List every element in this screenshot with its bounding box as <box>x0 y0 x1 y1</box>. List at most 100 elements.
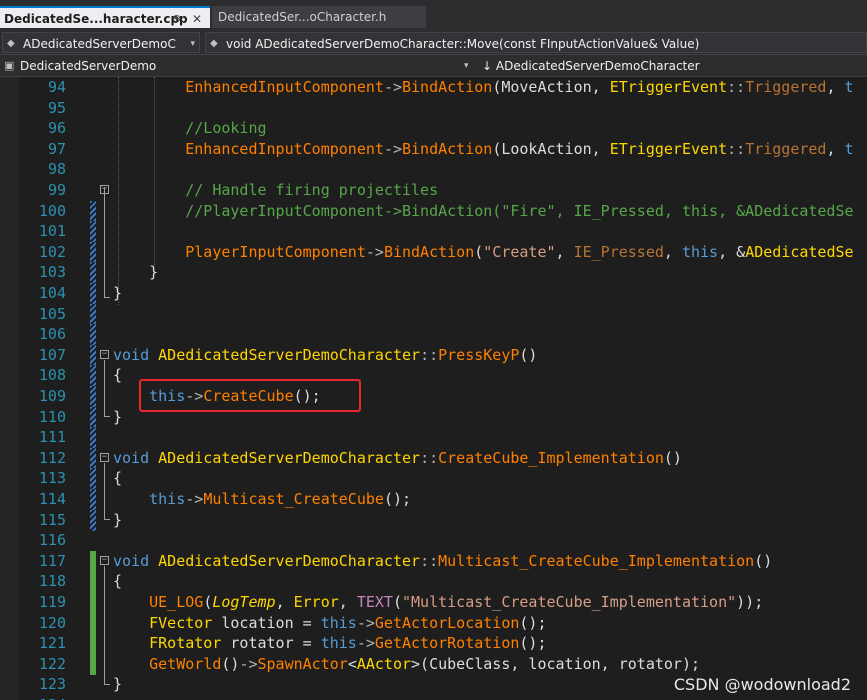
line-number: 119 <box>38 593 66 611</box>
code-text: } <box>113 510 122 530</box>
collapse-icon[interactable]: − <box>100 185 109 194</box>
code-line[interactable]: 96 //Looking <box>0 118 867 138</box>
line-number: 122 <box>38 654 66 673</box>
code-line[interactable]: 117 − void ADedicatedServerDemoCharacter::… <box>0 550 867 572</box>
project-dropdown[interactable]: DedicatedServerDemo <box>20 55 156 77</box>
code-text: PlayerInputComponent->BindAction("Create… <box>113 242 853 262</box>
code-token: Multicast_CreateCube_Implementation <box>438 551 755 570</box>
code-line[interactable]: 94 EnhancedInputComponent->BindAction(Mo… <box>0 77 867 97</box>
code-line[interactable]: 110} <box>0 406 867 428</box>
code-editor[interactable]: 94 EnhancedInputComponent->BindAction(Mo… <box>0 77 867 700</box>
code-token: ETriggerEvent <box>609 139 728 158</box>
line-number: 110 <box>38 407 66 426</box>
code-line[interactable]: 100 //PlayerInputComponent->BindAction("… <box>0 200 867 222</box>
code-token: UE_LOG <box>149 593 204 611</box>
unsaved-change-marker <box>90 386 96 407</box>
code-token: // Handle firing projectiles <box>185 181 439 199</box>
code-line[interactable]: 97 EnhancedInputComponent->BindAction(Lo… <box>0 139 867 159</box>
line-number: 112 <box>38 448 66 467</box>
code-line[interactable]: 103 } <box>0 262 867 284</box>
code-line[interactable]: 114 this->Multicast_CreateCube(); <box>0 489 867 510</box>
tab-character-h[interactable]: DedicatedSer...oCharacter.h <box>212 6 426 28</box>
line-number: 123 <box>38 675 66 694</box>
code-line[interactable]: 108 { <box>0 365 867 387</box>
unsaved-change-marker <box>90 221 96 243</box>
code-token: { <box>113 469 123 488</box>
code-token: { <box>113 366 123 385</box>
code-line[interactable]: 112 − void ADedicatedServerDemoCharacter::… <box>0 447 867 469</box>
code-token: -> <box>356 613 375 632</box>
scope-dropdown[interactable]: ◆ ADedicatedServerDemoC ▾ <box>2 32 200 53</box>
code-text: EnhancedInputComponent->BindAction(LookA… <box>113 139 853 159</box>
collapse-icon[interactable]: − <box>100 452 109 462</box>
code-line[interactable]: 109 this->CreateCube(); <box>0 386 867 407</box>
code-line[interactable]: 120 FVector location = this->GetActorLoc… <box>0 612 867 634</box>
code-token: "Create" <box>483 242 556 261</box>
code-line[interactable]: 105 <box>0 303 867 325</box>
collapse-icon[interactable]: − <box>100 555 109 565</box>
code-line[interactable]: 122 GetWorld()->SpawnActor<AActor>(CubeC… <box>0 653 867 675</box>
code-line[interactable]: 95 <box>0 98 867 118</box>
code-line[interactable]: 118 { <box>0 571 867 593</box>
code-line[interactable]: 102 PlayerInputComponent->BindAction("Cr… <box>0 241 867 263</box>
code-text: //Looking <box>113 118 266 138</box>
code-token: BindAction <box>383 242 475 261</box>
chevron-down-icon[interactable]: ▾ <box>464 55 469 77</box>
code-token: -> <box>383 139 402 158</box>
code-token: , <box>555 242 574 261</box>
code-token: this <box>149 490 186 508</box>
member-dropdown-value: void ADedicatedServerDemoCharacter::Move… <box>226 37 700 51</box>
close-icon[interactable]: ✕ <box>192 8 202 28</box>
code-line[interactable]: 98 <box>0 159 867 179</box>
unsaved-change-marker <box>90 324 96 346</box>
code-token: GetActorRotation <box>374 634 520 653</box>
code-token: (); <box>383 490 412 508</box>
unsaved-change-marker <box>90 344 96 366</box>
code-line[interactable]: 124 <box>0 695 867 700</box>
tab-character-cpp[interactable]: DedicatedSe...haracter.cpp ⊕ ✕ <box>0 6 210 28</box>
code-token: ADedicatedServerDemoCharacter <box>158 551 421 570</box>
code-text: } <box>113 407 122 427</box>
code-token: () <box>754 551 773 570</box>
code-token: , <box>663 242 682 261</box>
code-text: } <box>113 674 122 694</box>
code-token: , <box>826 78 845 96</box>
line-number: 111 <box>38 428 66 447</box>
code-line[interactable]: 121 FRotator rotator = this->GetActorRot… <box>0 633 867 655</box>
code-text: void ADedicatedServerDemoCharacter::Pres… <box>113 345 537 365</box>
code-text: { <box>113 365 122 385</box>
line-number: 105 <box>38 304 66 323</box>
member-dropdown[interactable]: ◆ void ADedicatedServerDemoCharacter::Mo… <box>205 32 867 53</box>
code-line[interactable]: 119 UE_LOG(LogTemp, Error, TEXT("Multica… <box>0 592 867 613</box>
code-token: :: <box>727 139 746 158</box>
code-line[interactable]: 113 { <box>0 468 867 490</box>
code-line[interactable]: 116 <box>0 530 867 550</box>
line-number: 120 <box>38 613 66 632</box>
annotation-highlight-box <box>139 379 361 412</box>
code-text: UE_LOG(LogTemp, Error, TEXT("Multicast_C… <box>113 592 763 612</box>
code-text: FVector location = this->GetActorLocatio… <box>113 613 546 633</box>
pin-icon[interactable]: ⊕ <box>172 8 181 28</box>
code-token: ADedicatedServerDemoCharacter <box>158 345 421 364</box>
line-number: 116 <box>38 531 66 550</box>
code-token: Triggered <box>745 139 827 158</box>
code-line[interactable]: 115} <box>0 509 867 531</box>
collapse-icon[interactable]: − <box>100 349 109 359</box>
tab-label: DedicatedSe...haracter.cpp <box>4 12 188 26</box>
code-line[interactable]: 111 <box>0 427 867 449</box>
unsaved-change-marker <box>90 262 96 284</box>
line-number: 94 <box>47 78 66 96</box>
code-line[interactable]: 99 − // Handle firing projectiles <box>0 180 867 200</box>
code-line[interactable]: 106 <box>0 324 867 346</box>
code-line[interactable]: 104} <box>0 283 867 304</box>
line-number: 107 <box>38 345 66 364</box>
code-line[interactable]: 107 − void ADedicatedServerDemoCharacter::… <box>0 344 867 366</box>
code-text: { <box>113 571 122 591</box>
code-token: this <box>320 613 357 632</box>
code-line[interactable]: 101 <box>0 221 867 243</box>
unsaved-change-marker <box>90 303 96 325</box>
class-scope-dropdown[interactable]: ↓ ADedicatedServerDemoCharacter <box>482 55 700 77</box>
